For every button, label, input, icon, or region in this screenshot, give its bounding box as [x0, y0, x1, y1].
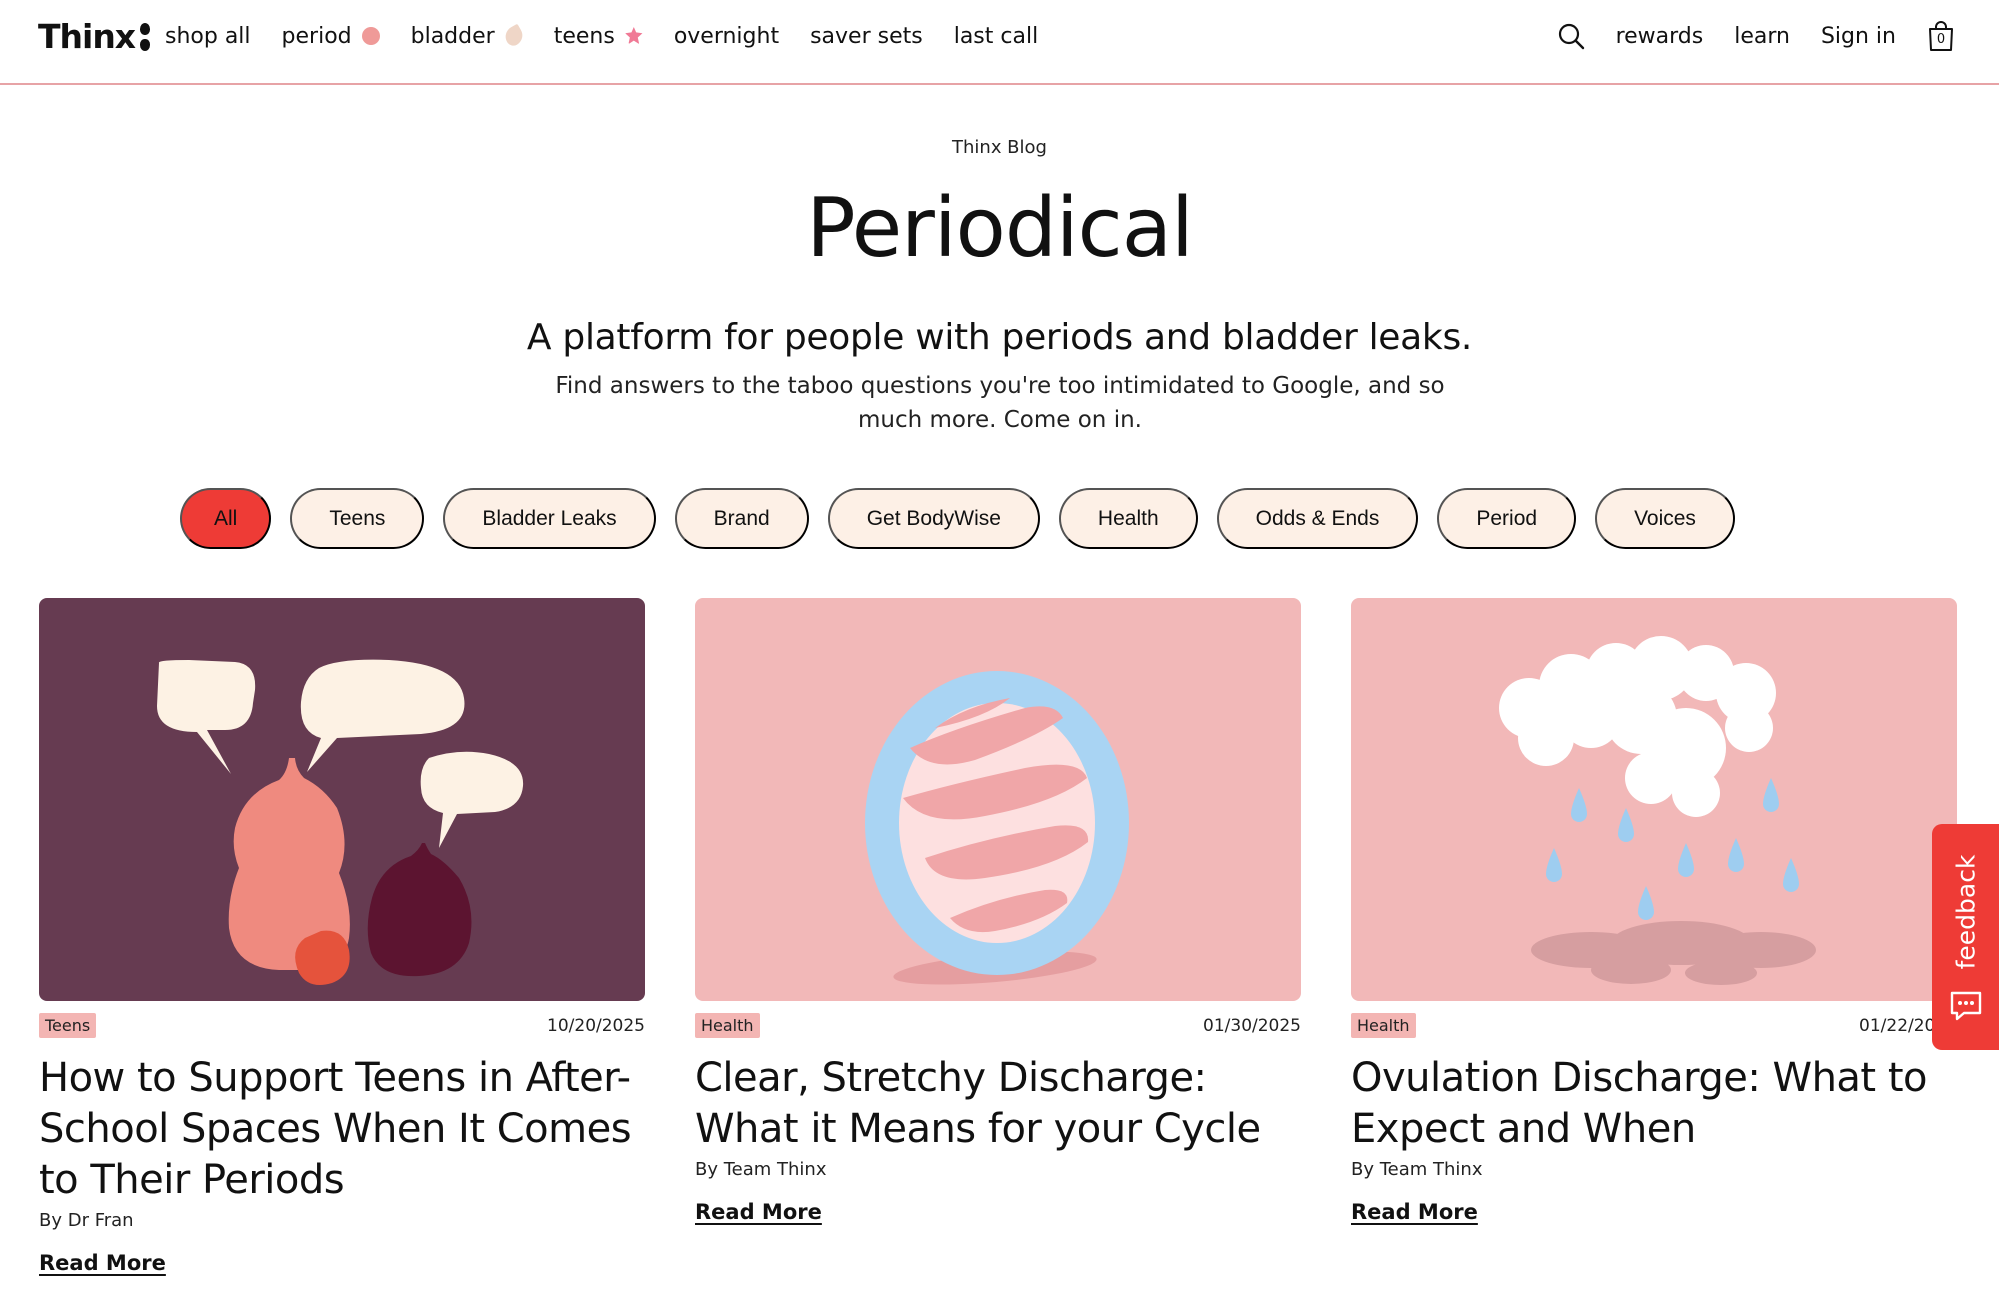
- chat-bubble-icon: [1949, 990, 1983, 1026]
- nav-bladder[interactable]: bladder: [410, 23, 526, 49]
- primary-nav: shop all period bladder teens overnight …: [165, 0, 1038, 72]
- nav-item-label: last call: [953, 23, 1039, 49]
- article-title[interactable]: Clear, Stretchy Discharge: What it Means…: [695, 1053, 1301, 1155]
- article-author: By Dr Fran: [39, 1210, 134, 1231]
- filter-brand[interactable]: Brand: [674, 488, 809, 549]
- nav-item-label: period: [281, 23, 352, 49]
- logo-text: Thinx: [38, 17, 136, 56]
- nav-item-label: bladder: [410, 23, 495, 49]
- article-image-rain-cloud[interactable]: [1351, 598, 1957, 1001]
- category-tag[interactable]: Health: [1351, 1013, 1416, 1038]
- feedback-tab[interactable]: feedback: [1932, 824, 1999, 1050]
- filter-health[interactable]: Health: [1058, 488, 1198, 549]
- nav-last-call[interactable]: last call: [954, 24, 1038, 49]
- logo-drops-icon: [139, 21, 151, 53]
- filter-odds-and-ends[interactable]: Odds & Ends: [1216, 488, 1419, 549]
- page-title: Periodical: [806, 181, 1194, 276]
- nav-shop-all[interactable]: shop all: [165, 24, 251, 49]
- article-meta: Health 01/22/2025: [1351, 1013, 1957, 1038]
- nav-item-label: shop all: [165, 23, 251, 49]
- read-more-link[interactable]: Read More: [39, 1251, 166, 1275]
- nav-item-label: teens: [553, 23, 615, 49]
- article-meta: Health 01/30/2025: [695, 1013, 1301, 1038]
- cart-count: 0: [1936, 32, 1946, 47]
- article-author: By Team Thinx: [1351, 1159, 1483, 1180]
- page-description: Find answers to the taboo questions you'…: [555, 373, 1445, 433]
- nav-period[interactable]: period: [282, 24, 380, 49]
- read-more-link[interactable]: Read More: [1351, 1200, 1478, 1224]
- article-title[interactable]: Ovulation Discharge: What to Expect and …: [1351, 1053, 1957, 1155]
- nav-overnight[interactable]: overnight: [674, 24, 779, 49]
- publish-date: 01/30/2025: [1203, 1015, 1301, 1036]
- thinx-logo[interactable]: Thinx: [38, 17, 151, 56]
- filter-period[interactable]: Period: [1437, 488, 1577, 549]
- teens-flower-icon: [625, 27, 643, 45]
- category-tag[interactable]: Teens: [39, 1013, 97, 1038]
- page-tagline: A platform for people with periods and b…: [526, 317, 1473, 358]
- search-icon[interactable]: [1557, 22, 1585, 50]
- read-more-link[interactable]: Read More: [695, 1200, 822, 1224]
- blog-eyebrow: Thinx Blog: [952, 137, 1047, 158]
- sign-in-link[interactable]: Sign in: [1821, 24, 1896, 49]
- filter-bladder-leaks[interactable]: Bladder Leaks: [443, 488, 656, 549]
- article-image-mirror[interactable]: [695, 598, 1301, 1001]
- filter-teens[interactable]: Teens: [290, 488, 425, 549]
- article-card: Health 01/30/2025 Clear, Stretchy Discha…: [695, 598, 1301, 1224]
- publish-date: 10/20/2025: [547, 1015, 645, 1036]
- utility-nav: rewards learn Sign in 0: [1557, 0, 1955, 72]
- nav-item-label: saver sets: [810, 23, 923, 49]
- shopping-bag-icon[interactable]: 0: [1927, 20, 1955, 52]
- article-author: By Team Thinx: [695, 1159, 827, 1180]
- bladder-leaf-icon: [501, 23, 526, 49]
- filter-get-bodywise[interactable]: Get BodyWise: [827, 488, 1040, 549]
- nav-item-label: overnight: [673, 23, 780, 49]
- nav-rewards[interactable]: rewards: [1616, 24, 1704, 49]
- article-title[interactable]: How to Support Teens in After-School Spa…: [39, 1053, 645, 1206]
- filter-all[interactable]: All: [180, 488, 272, 549]
- article-card: Teens 10/20/2025 How to Support Teens in…: [39, 598, 645, 1275]
- nav-saver-sets[interactable]: saver sets: [810, 24, 923, 49]
- article-meta: Teens 10/20/2025: [39, 1013, 645, 1038]
- article-card: Health 01/22/2025 Ovulation Discharge: W…: [1351, 598, 1957, 1224]
- category-tag[interactable]: Health: [695, 1013, 760, 1038]
- nav-teens[interactable]: teens: [554, 24, 643, 49]
- article-image-speech-bubbles[interactable]: [39, 598, 645, 1001]
- nav-learn[interactable]: learn: [1734, 24, 1790, 49]
- top-navigation: Thinx shop all period bladder teens over…: [0, 0, 1999, 85]
- category-filters: All Teens Bladder Leaks Brand Get BodyWi…: [180, 488, 1735, 549]
- filter-voices[interactable]: Voices: [1595, 488, 1735, 549]
- period-dot-icon: [361, 27, 380, 45]
- feedback-label: feedback: [1951, 854, 1980, 970]
